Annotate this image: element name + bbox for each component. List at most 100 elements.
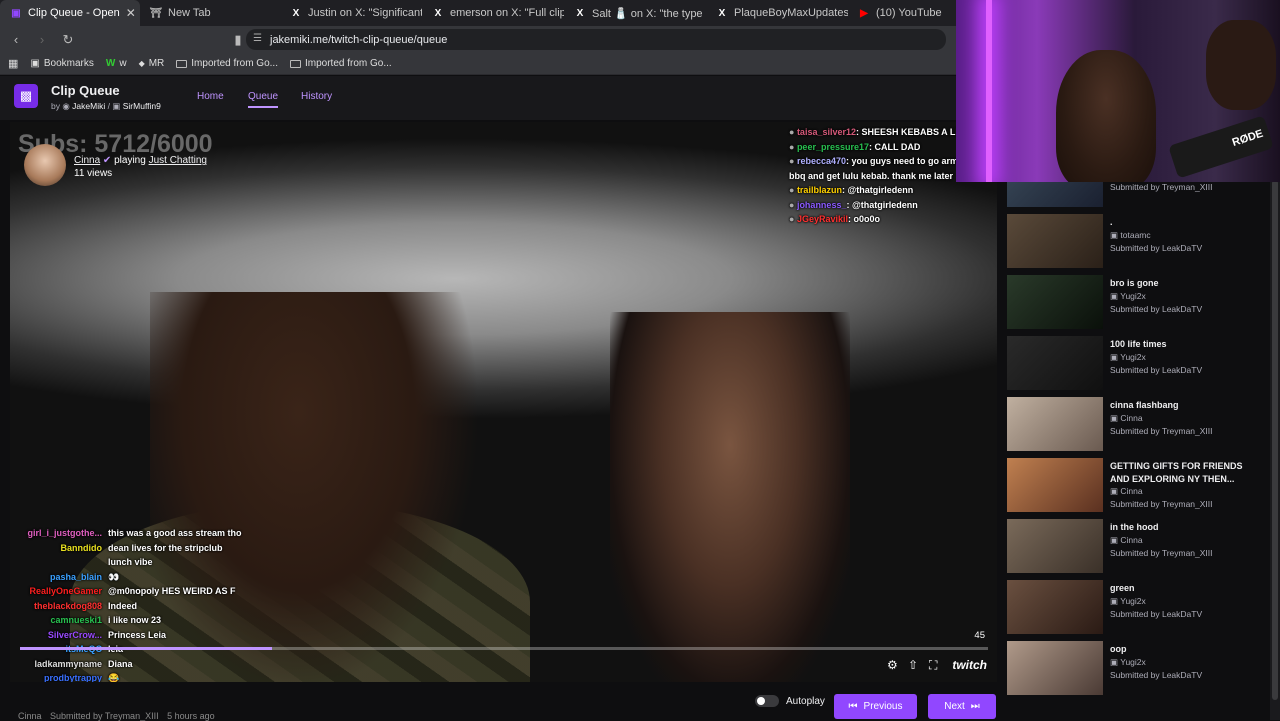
- chat-username[interactable]: JGeyRavikil: [797, 214, 848, 224]
- queue-item[interactable]: in the hood ▣ Cinna Submitted by Treyman…: [1007, 519, 1267, 575]
- browser-tab[interactable]: ▶ (10) YouTube: [848, 0, 948, 26]
- nav-history[interactable]: History: [301, 91, 332, 102]
- channel-avatar[interactable]: [24, 144, 66, 186]
- github-icon: ◉: [62, 101, 70, 111]
- clip-thumbnail[interactable]: [1007, 458, 1103, 512]
- queue-scrollbar[interactable]: [1270, 180, 1280, 720]
- queue-item[interactable]: green ▣ Yugi2x Submitted by LeakDaTV: [1007, 580, 1267, 636]
- chat-username[interactable]: pasha_blain: [10, 570, 108, 585]
- clip-title: 100 life times: [1110, 339, 1167, 349]
- forward-icon[interactable]: ›: [32, 32, 52, 47]
- chat-username[interactable]: peer_pressure17: [797, 142, 869, 152]
- clip-channel: ▣ Cinna: [1110, 486, 1143, 496]
- chat-username[interactable]: johanness_: [797, 200, 847, 210]
- twitch-logo[interactable]: twitch: [952, 658, 987, 672]
- reload-icon[interactable]: ↻: [58, 32, 78, 48]
- clip-thumbnail[interactable]: [1007, 275, 1103, 329]
- browser-tab[interactable]: ▣ Clip Queue - Open ✕: [0, 0, 140, 26]
- streamer-figure: [1056, 50, 1156, 182]
- owner-link[interactable]: JakeMiki: [72, 101, 105, 111]
- chat-username[interactable]: trailblazun: [797, 185, 842, 195]
- verified-icon: ✔: [102, 155, 112, 166]
- chat-text: 👀: [108, 571, 120, 582]
- queue-item[interactable]: oop ▣ Yugi2x Submitted by LeakDaTV: [1007, 641, 1267, 697]
- url-text: jakemiki.me/twitch-clip-queue/queue: [270, 33, 448, 46]
- site-info-icon[interactable]: ☰: [253, 33, 262, 44]
- back-icon[interactable]: ‹: [6, 32, 26, 47]
- autoplay-toggle[interactable]: [755, 695, 779, 707]
- clip-thumbnail[interactable]: [1007, 397, 1103, 451]
- bookmark-item[interactable]: ▣ Bookmarks: [30, 58, 93, 69]
- clip-thumbnail[interactable]: [1007, 641, 1103, 695]
- settings-gear-icon[interactable]: ⚙: [887, 658, 898, 672]
- chat-text: 😂: [108, 673, 120, 682]
- bookmark-item[interactable]: Imported from Go...: [289, 58, 392, 69]
- queue-item[interactable]: 100 life times ▣ Yugi2x Submitted by Lea…: [1007, 336, 1267, 392]
- chat-username[interactable]: Banndido: [10, 541, 108, 556]
- x-icon: X: [718, 7, 726, 19]
- browser-tab[interactable]: Xemerson on X: "Full clip of Jaso: [422, 0, 564, 26]
- queue-item[interactable]: bro is gone ▣ Yugi2x Submitted by LeakDa…: [1007, 275, 1267, 331]
- browser-tab[interactable]: XJustin on X: "Significantly speak: [280, 0, 422, 26]
- next-button[interactable]: Next ⏭: [928, 694, 996, 719]
- chat-username[interactable]: taisa_silver12: [797, 127, 856, 137]
- channel-link[interactable]: Cinna: [74, 155, 100, 166]
- chat-username[interactable]: prodbytrappy: [10, 671, 108, 682]
- chat-username[interactable]: ladkammyname: [10, 657, 108, 672]
- chat-username[interactable]: rebecca470: [797, 156, 846, 166]
- clip-submitter: Submitted by LeakDaTV: [1110, 669, 1203, 680]
- clip-title: GETTING GIFTS FOR FRIENDS AND EXPLORING …: [1110, 461, 1243, 484]
- clip-thumbnail[interactable]: [1007, 180, 1103, 207]
- x-icon: X: [292, 7, 300, 19]
- chat-overlay-left: girl_i_justgothe... this was a good ass s…: [10, 526, 310, 682]
- twitch-small-icon: ▣: [112, 101, 121, 111]
- chat-username[interactable]: SilverCrow...: [10, 628, 108, 643]
- bookmark-item[interactable]: ◆ MR: [139, 58, 165, 69]
- chat-username[interactable]: ReallyOneGamer: [10, 584, 108, 599]
- queue-item[interactable]: . ▣ totaamc Submitted by LeakDaTV: [1007, 214, 1267, 270]
- video-person-right: [610, 312, 850, 682]
- chat-username[interactable]: [10, 555, 108, 570]
- w-icon: W: [105, 58, 116, 69]
- streamer-webcam: RØDE: [956, 0, 1280, 182]
- previous-button[interactable]: ⏮ Previous: [834, 694, 917, 719]
- close-tab-icon[interactable]: ✕: [126, 6, 136, 20]
- fullscreen-icon[interactable]: ⛶: [929, 658, 937, 673]
- nav-home[interactable]: Home: [197, 91, 224, 102]
- browser-tab[interactable]: XSalt 🧂 on X: "the type of green: [564, 0, 706, 26]
- chat-username[interactable]: camnueski1: [10, 613, 108, 628]
- clip-thumbnail[interactable]: [1007, 519, 1103, 573]
- game-link[interactable]: Just Chatting: [149, 155, 207, 166]
- chat-username[interactable]: girl_i_justgothe...: [10, 526, 108, 541]
- chat-text: Indeed: [108, 600, 138, 611]
- badge-icon: ●: [789, 185, 797, 195]
- queue-item[interactable]: Submitted by Treyman_XIII: [1007, 180, 1267, 209]
- bookmark-item[interactable]: Ww: [106, 58, 127, 69]
- clip-thumbnail[interactable]: [1007, 580, 1103, 634]
- bookmark-item[interactable]: Imported from Go...: [176, 58, 278, 69]
- scrollbar-thumb[interactable]: [1272, 180, 1278, 700]
- chat-message: ladkammyname Diana: [10, 657, 310, 672]
- clip-title: bro is gone: [1110, 278, 1159, 288]
- share-icon[interactable]: ⇧: [908, 658, 918, 672]
- youtube-icon: ▶: [860, 7, 868, 19]
- url-input[interactable]: ☰ jakemiki.me/twitch-clip-queue/queue: [246, 29, 946, 50]
- streamer-link[interactable]: SirMuffin9: [123, 101, 161, 111]
- video-player[interactable]: Subs: 5712/6000 Cinna ✔ playing Just Cha…: [10, 122, 997, 682]
- clip-channel: ▣ Yugi2x: [1110, 656, 1146, 667]
- progress-bar[interactable]: [20, 647, 988, 650]
- queue-item[interactable]: cinna flashbang ▣ Cinna Submitted by Tre…: [1007, 397, 1267, 453]
- browser-tab[interactable]: ⛩ New Tab: [140, 0, 280, 26]
- queue-item[interactable]: GETTING GIFTS FOR FRIENDS AND EXPLORING …: [1007, 458, 1267, 514]
- bookmark-icon[interactable]: ▮: [228, 32, 248, 48]
- chat-username[interactable]: theblackdog808: [10, 599, 108, 614]
- bookmarks-bar: ▦ ▣ Bookmarks Ww ◆ MR Imported from Go... …: [0, 53, 956, 75]
- nav-queue[interactable]: Queue: [248, 91, 279, 108]
- apps-grid-icon[interactable]: ▦: [8, 57, 18, 70]
- browser-tab[interactable]: XPlaqueBoyMaxUpdates on X: ": [706, 0, 848, 26]
- tv-logo-icon[interactable]: ▩: [14, 84, 38, 108]
- clip-channel: ▣ Cinna: [1110, 412, 1143, 423]
- clip-thumbnail[interactable]: [1007, 336, 1103, 390]
- chat-message: ● johanness_: @thatgirledenn: [789, 198, 994, 213]
- clip-thumbnail[interactable]: [1007, 214, 1103, 268]
